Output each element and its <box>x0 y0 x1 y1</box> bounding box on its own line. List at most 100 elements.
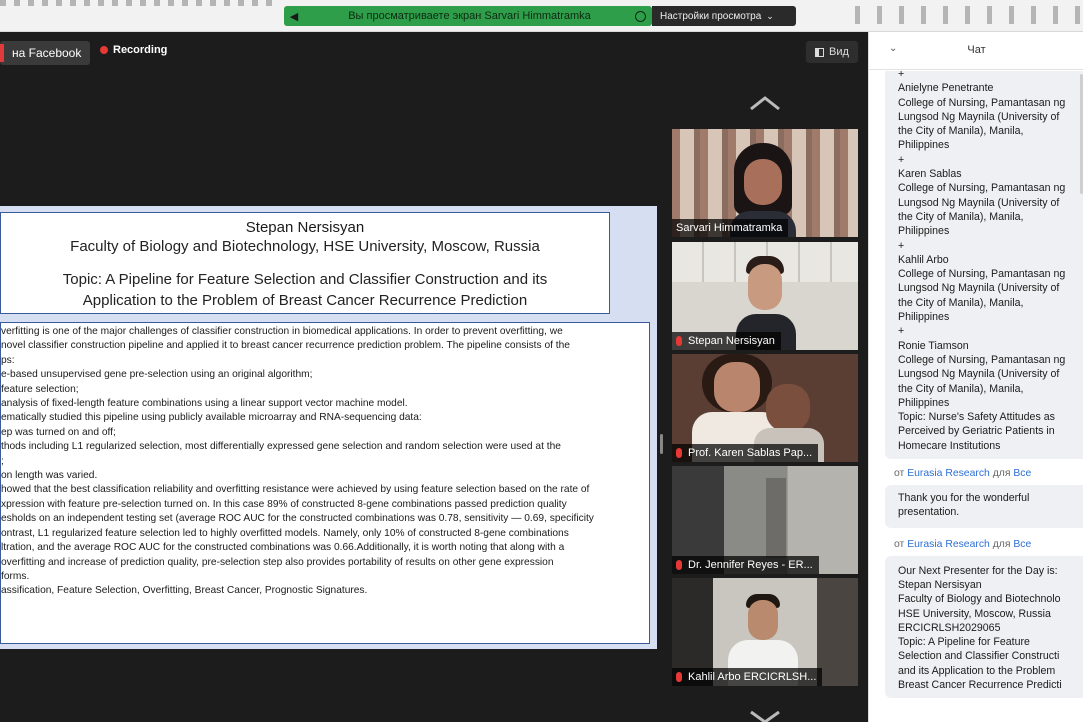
text-line: Philippines <box>898 225 950 238</box>
text-line: + <box>898 71 905 80</box>
text-line: ltration, and the average ROC AUC for th… <box>1 542 565 554</box>
video-tile[interactable]: Kahlil Arbo ERCICRLSH... <box>672 578 858 686</box>
text-line: thods including L1 regularized selection… <box>1 441 561 453</box>
facebook-label: на Facebook <box>12 46 82 60</box>
text-line: + <box>898 325 905 338</box>
shared-slide: Stepan Nersisyan Faculty of Biology and … <box>0 206 657 649</box>
text-line: verfitting is one of the major challenge… <box>1 326 563 337</box>
text-line: ontrast, L1 regularized feature selectio… <box>1 527 569 539</box>
focus-icon[interactable] <box>635 10 646 22</box>
chat-messages[interactable]: + Anielyne Penetrante College of Nursing, … <box>869 71 1083 722</box>
video-tile[interactable]: Prof. Karen Sablas Pap... <box>672 354 858 462</box>
mic-muted-icon <box>676 560 682 570</box>
participant-name-label: Sarvari Himmatramka <box>672 219 789 237</box>
chat-message: + Anielyne Penetrante College of Nursing, … <box>885 71 1083 460</box>
text-line: Kahlil Arbo <box>898 253 949 266</box>
text-line: Our Next Presenter for the Day is: <box>898 564 1058 577</box>
text-line: overfitting and increase of prediction q… <box>1 556 554 568</box>
scroll-up-chevron-icon[interactable] <box>748 94 782 112</box>
text-line: Perceived by Geriatric Patients in <box>898 425 1055 438</box>
text-line: College of Nursing, Pamantasan ng <box>898 353 1066 366</box>
mic-muted-icon <box>676 672 682 682</box>
mic-muted-icon <box>676 448 682 458</box>
view-label: Вид <box>829 46 849 58</box>
zoom-window: ◀︎ Вы просматриваете экран Sarvari Himma… <box>0 0 1083 722</box>
chat-message: Our Next Presenter for the Day is: Stepan… <box>885 555 1083 699</box>
recording-indicator[interactable]: Recording <box>100 44 167 56</box>
video-tile[interactable]: Dr. Jennifer Reyes - ER... <box>672 466 858 574</box>
participant-name: Stepan Nersisyan <box>688 335 775 347</box>
chevron-down-icon: ⌄ <box>766 10 774 21</box>
participant-name-label: Prof. Karen Sablas Pap... <box>672 444 819 462</box>
text-line: assification, Feature Selection, Overfit… <box>1 585 368 597</box>
text-line: ERCICRLSH2029065 <box>898 621 1001 634</box>
text-line: + <box>898 239 905 252</box>
meta-for: для <box>992 468 1011 480</box>
video-tile[interactable]: Sarvari Himmatramka <box>672 129 858 237</box>
slide-abstract: verfitting is one of the major challenge… <box>0 322 650 644</box>
participant-name-label: Kahlil Arbo ERCICRLSH... <box>672 668 823 686</box>
text-line: the City of Manila), Manila, <box>898 296 1024 309</box>
text-line: Lungsod Ng Maynila (University of <box>898 282 1060 295</box>
text-line: feature selection; <box>1 383 79 395</box>
text-line: Thank you for the wonderful <box>898 492 1030 505</box>
text-line: ematically studied this pipeline using p… <box>1 412 422 424</box>
text-line: Lungsod Ng Maynila (University of <box>898 368 1060 381</box>
sender-name[interactable]: Eurasia Research <box>907 539 990 550</box>
browser-tabs-strip <box>0 0 280 6</box>
presentation-topic: Topic: A Pipeline for Feature Selection … <box>1 269 609 311</box>
text-line: Lungsod Ng Maynila (University of <box>898 110 1060 123</box>
presenter-affiliation: Faculty of Biology and Biotechnology, HS… <box>70 238 540 255</box>
text-line: analysis of fixed-length feature combina… <box>1 398 408 410</box>
meta-from: от <box>894 468 905 480</box>
facebook-live-button[interactable]: на Facebook <box>0 41 90 65</box>
participant-name: Prof. Karen Sablas Pap... <box>688 447 813 459</box>
text-line: novel classifier construction pipeline a… <box>1 340 570 352</box>
panel-resize-handle[interactable] <box>660 434 663 454</box>
view-button[interactable]: Вид <box>806 41 858 63</box>
grid-view-icon <box>815 47 825 57</box>
recipient-name[interactable]: Все <box>1013 539 1031 550</box>
participant-name-label: Dr. Jennifer Reyes - ER... <box>672 556 819 574</box>
text-line: College of Nursing, Pamantasan ng <box>898 268 1066 281</box>
share-banner-text: Вы просматриваете экран Sarvari Himmatra… <box>348 10 591 22</box>
topic-line-2: Application to the Problem of Breast Can… <box>82 292 528 309</box>
message-meta: от Eurasia Research для Все <box>894 534 1083 556</box>
text-line: Stepan Nersisyan <box>898 578 982 591</box>
chat-panel: ⌄ Чат + Anielyne Penetrante College of Nur… <box>868 32 1083 722</box>
text-line: the City of Manila), Manila, <box>898 210 1024 223</box>
participant-name-label: Stepan Nersisyan <box>672 332 781 350</box>
mic-muted-icon <box>676 336 682 346</box>
view-options-button[interactable]: Настройки просмотра ⌄ <box>652 6 796 26</box>
text-line: the City of Manila), Manila, <box>898 125 1024 138</box>
text-line: Lungsod Ng Maynila (University of <box>898 196 1060 209</box>
chat-title: Чат <box>967 44 986 56</box>
participant-name: Kahlil Arbo ERCICRLSH... <box>688 671 817 683</box>
text-line: Topic: Nurse's Safety Attitudes as <box>898 411 1055 424</box>
participant-name: Sarvari Himmatramka <box>676 222 783 234</box>
text-line: Breast Cancer Recurrence Predicti <box>898 678 1062 691</box>
text-line: Philippines <box>898 139 950 152</box>
video-tile[interactable]: Stepan Nersisyan <box>672 242 858 350</box>
scroll-down-chevron-icon[interactable] <box>748 710 782 722</box>
text-line: Karen Sablas <box>898 168 962 181</box>
text-line: the City of Manila), Manila, <box>898 382 1024 395</box>
record-dot-icon <box>100 46 108 54</box>
door-frame <box>766 478 786 558</box>
text-line: Topic: A Pipeline for Feature <box>898 636 1030 649</box>
text-line: esholds on an independent testing set (a… <box>1 513 594 525</box>
speaker-icon[interactable]: ◀︎ <box>284 6 304 26</box>
text-line: forms. <box>1 570 30 582</box>
text-line: ; <box>1 455 4 467</box>
presenter-name: Stepan Nersisyan <box>245 219 365 236</box>
system-tray-icons <box>855 6 1083 24</box>
text-line: HSE University, Moscow, Russia <box>898 607 1051 620</box>
meta-for: для <box>992 538 1011 550</box>
screen-share-banner: ◀︎ Вы просматриваете экран Sarvari Himma… <box>284 6 652 26</box>
text-line: Anielyne Penetrante <box>898 82 994 95</box>
text-line: + <box>898 153 905 166</box>
recipient-name[interactable]: Все <box>1013 468 1031 479</box>
text-line: Homecare Institutions <box>898 439 1001 452</box>
sender-name[interactable]: Eurasia Research <box>907 468 990 479</box>
text-line: Ronie Tiamson <box>898 339 969 352</box>
